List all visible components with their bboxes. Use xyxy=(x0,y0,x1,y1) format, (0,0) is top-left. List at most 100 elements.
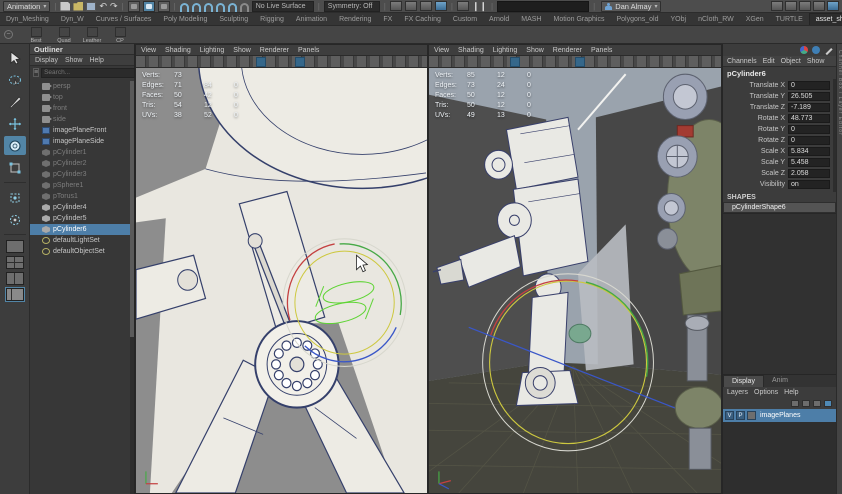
last-tool-button[interactable] xyxy=(4,188,26,207)
render-view-icon[interactable] xyxy=(390,1,402,11)
channel-value-field[interactable]: 0 xyxy=(788,81,830,90)
viewport-canvas-persp[interactable]: Verts: 85 12 0 Edges: 73 24 0 Faces: xyxy=(429,68,721,493)
outliner-item[interactable]: imagePlaneFront xyxy=(30,125,134,136)
toggle-channel-box-icon[interactable] xyxy=(799,1,811,11)
shelf-tab[interactable]: Rigging xyxy=(254,14,290,25)
viewport-menu-item[interactable]: Renderer xyxy=(260,47,289,54)
outliner-item[interactable]: side xyxy=(30,114,134,125)
soft-mod-tool-button[interactable] xyxy=(4,210,26,229)
layer-editor-tab[interactable]: Anim xyxy=(764,375,796,387)
layer-editor-menu-item[interactable]: Layers xyxy=(727,389,748,396)
shelf-button[interactable]: Leather xyxy=(81,27,103,43)
open-scene-icon[interactable] xyxy=(73,2,83,11)
channel-label[interactable]: Scale Y xyxy=(723,159,788,166)
select-object-icon[interactable] xyxy=(143,1,155,12)
outliner-scrollbar[interactable] xyxy=(130,81,134,494)
shelf-tab[interactable]: Dyn_W xyxy=(55,14,90,25)
outliner-item[interactable]: pSphere1 xyxy=(30,180,134,191)
channel-label[interactable]: Scale Z xyxy=(723,170,788,177)
move-tool-button[interactable] xyxy=(4,114,26,133)
outliner-item[interactable]: pCylinder2 xyxy=(30,158,134,169)
layer-editor-menu-item[interactable]: Options xyxy=(754,389,778,396)
user-account-selector[interactable]: Dan Almay ▾ xyxy=(601,1,661,12)
layer-color-swatch[interactable] xyxy=(747,411,756,420)
layer-row[interactable]: V P imagePlanes xyxy=(723,409,836,422)
outliner-menu-item[interactable]: Help xyxy=(89,57,103,64)
outliner-item[interactable]: pTorus1 xyxy=(30,191,134,202)
render-current-frame-icon[interactable] xyxy=(405,1,417,11)
command-search-input[interactable] xyxy=(497,1,589,12)
channel-box-menu-item[interactable]: Channels xyxy=(727,58,757,65)
channel-box-menu-item[interactable]: Edit xyxy=(763,58,775,65)
viewport-menu-item[interactable]: Shading xyxy=(165,47,191,54)
hypershade-icon[interactable] xyxy=(457,1,469,11)
outliner-item[interactable]: front xyxy=(30,103,134,114)
shelf-tab[interactable]: Custom xyxy=(447,14,483,25)
snap-point-icon[interactable] xyxy=(204,3,213,12)
filter-icon[interactable]: ≡ xyxy=(33,68,39,77)
manipulator-mode-icon[interactable] xyxy=(800,46,808,54)
viewport-menu-item[interactable]: View xyxy=(434,47,449,54)
layout-single-pane-button[interactable] xyxy=(6,240,24,253)
scale-tool-button[interactable] xyxy=(4,158,26,177)
shelf-tab[interactable]: FX xyxy=(377,14,398,25)
shelf-tab[interactable]: Arnold xyxy=(483,14,515,25)
outliner-search-input[interactable] xyxy=(41,68,135,78)
menuset-selector[interactable]: Animation ▾ xyxy=(3,1,50,12)
outliner-item[interactable]: persp xyxy=(30,81,134,92)
new-layer-from-selected-icon[interactable] xyxy=(824,400,832,407)
viewport-menu-item[interactable]: Lighting xyxy=(200,47,225,54)
channel-value-field[interactable]: 26.505 xyxy=(788,92,830,101)
toggle-tool-settings-icon[interactable] xyxy=(785,1,797,11)
outliner-item[interactable]: imagePlaneSide xyxy=(30,136,134,147)
empty-layer-icon[interactable] xyxy=(813,400,821,407)
shelf-tab[interactable]: Rendering xyxy=(333,14,377,25)
channel-value-field[interactable]: -7.189 xyxy=(788,103,830,112)
hyperbolic-mode-icon[interactable] xyxy=(823,45,832,54)
viewport-menu-item[interactable]: Shading xyxy=(458,47,484,54)
shelf-tab[interactable]: MASH xyxy=(515,14,547,25)
toggle-attribute-editor-icon[interactable] xyxy=(771,1,783,11)
shelf-collapse-icon[interactable]: – xyxy=(4,30,13,39)
channel-label[interactable]: Translate Y xyxy=(723,93,788,100)
channel-box-menu-item[interactable]: Show xyxy=(807,58,825,65)
outliner-item[interactable]: top xyxy=(30,92,134,103)
speed-mode-icon[interactable] xyxy=(812,46,820,54)
channel-value-field[interactable]: 5.834 xyxy=(788,147,830,156)
rotate-tool-button[interactable] xyxy=(4,136,26,155)
shelf-button[interactable]: CP xyxy=(109,27,131,43)
outliner-menu-item[interactable]: Show xyxy=(65,57,83,64)
shelf-tab[interactable]: Animation xyxy=(290,14,333,25)
channel-value-field[interactable]: 48.773 xyxy=(788,114,830,123)
channel-label[interactable]: Scale X xyxy=(723,148,788,155)
select-tool-button[interactable] xyxy=(4,48,26,67)
save-scene-icon[interactable] xyxy=(86,2,96,11)
shelf-tab[interactable]: Curves / Surfaces xyxy=(90,14,158,25)
sidebar-vertical-tab[interactable]: Channel Box / Layer Editor xyxy=(836,44,842,494)
ipr-render-icon[interactable] xyxy=(420,1,432,11)
outliner-item[interactable]: pCylinder5 xyxy=(30,213,134,224)
snap-projected-center-icon[interactable] xyxy=(216,3,225,12)
layout-four-pane-button[interactable] xyxy=(6,256,24,269)
active-shading-icon[interactable] xyxy=(256,57,266,67)
viewport-toolbar[interactable] xyxy=(136,56,427,68)
channel-value-field[interactable]: 2.058 xyxy=(788,169,830,178)
channel-label[interactable]: Visibility xyxy=(723,181,788,188)
render-settings-icon[interactable] xyxy=(435,1,447,11)
layout-outliner-persp-button[interactable] xyxy=(6,288,24,301)
modeling-toolkit-icon[interactable] xyxy=(827,1,839,11)
shelf-tab[interactable]: XGen xyxy=(740,14,770,25)
channel-label[interactable]: Rotate Z xyxy=(723,137,788,144)
symmetry-field[interactable]: Symmetry: Off xyxy=(324,1,380,12)
outliner-item[interactable]: pCylinder1 xyxy=(30,147,134,158)
new-scene-icon[interactable] xyxy=(60,2,70,11)
viewport-canvas-front[interactable]: Verts: 73 Edges: 71 84 0 Faces: xyxy=(136,68,427,493)
shelf-tab[interactable]: Motion Graphics xyxy=(548,14,611,25)
select-hierarchy-icon[interactable] xyxy=(128,1,140,12)
layer-editor-tab[interactable]: Display xyxy=(723,375,764,387)
active-display-icon[interactable] xyxy=(575,57,585,67)
layout-two-pane-button[interactable] xyxy=(6,272,24,285)
shelf-tab[interactable]: Polygons_old xyxy=(610,14,664,25)
outliner-item[interactable]: defaultObjectSet xyxy=(30,246,134,257)
viewport-menu-item[interactable]: Renderer xyxy=(553,47,582,54)
